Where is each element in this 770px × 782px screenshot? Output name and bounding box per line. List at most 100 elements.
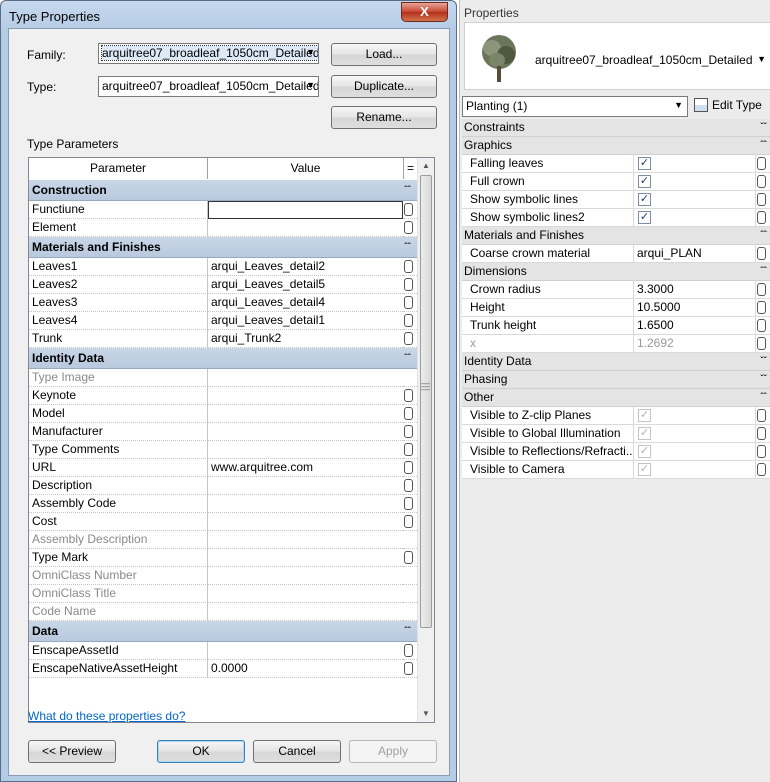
ok-button[interactable]: OK	[157, 740, 245, 763]
palette-property-row[interactable]: Visible to Camera ✓	[462, 461, 770, 479]
scroll-up-icon[interactable]: ▲	[418, 158, 434, 174]
param-value[interactable]: arqui_Trunk2	[208, 330, 403, 348]
expand-icon[interactable]: ˇˇ	[760, 353, 767, 370]
property-value-cell[interactable]: ✓	[634, 173, 756, 190]
collapse-icon[interactable]: ˆˆ	[760, 137, 767, 154]
param-associate-cell[interactable]	[403, 642, 417, 660]
associate-parameter-icon[interactable]	[404, 461, 413, 474]
property-value-cell[interactable]: 1.2692	[634, 335, 756, 352]
param-row[interactable]: Leaves1 arqui_Leaves_detail2	[29, 258, 417, 276]
param-value[interactable]: arqui_Leaves_detail5	[208, 276, 403, 294]
palette-section[interactable]: Phasing ˇˇ	[462, 371, 770, 389]
associate-parameter-icon[interactable]	[757, 283, 766, 296]
property-value-cell[interactable]: 3.3000	[634, 281, 756, 298]
associate-parameter-icon[interactable]	[757, 301, 766, 314]
property-value-cell[interactable]: 1.6500	[634, 317, 756, 334]
property-associate-cell[interactable]	[756, 317, 770, 334]
collapse-icon[interactable]: ˆˆ	[760, 227, 767, 244]
param-group[interactable]: Materials and Finishes ˆˆ	[29, 237, 417, 258]
param-row[interactable]: URL www.arquitree.com	[29, 459, 417, 477]
param-associate-cell[interactable]	[403, 549, 417, 567]
associate-parameter-icon[interactable]	[404, 407, 413, 420]
associate-parameter-icon[interactable]	[404, 278, 413, 291]
property-value-cell[interactable]: ✓	[634, 443, 756, 460]
param-row[interactable]: Description	[29, 477, 417, 495]
param-associate-cell[interactable]	[403, 495, 417, 513]
param-associate-cell[interactable]	[403, 459, 417, 477]
associate-parameter-icon[interactable]	[404, 332, 413, 345]
param-value[interactable]: arqui_Leaves_detail4	[208, 294, 403, 312]
checkbox[interactable]: ✓	[638, 193, 651, 206]
col-header-value[interactable]: Value	[208, 158, 404, 179]
param-associate-cell[interactable]	[403, 312, 417, 330]
associate-parameter-icon[interactable]	[404, 260, 413, 273]
param-associate-cell[interactable]	[403, 387, 417, 405]
param-value[interactable]	[208, 567, 403, 585]
param-associate-cell[interactable]	[403, 423, 417, 441]
param-value[interactable]	[208, 531, 403, 549]
param-row[interactable]: Trunk arqui_Trunk2	[29, 330, 417, 348]
param-value[interactable]	[208, 369, 403, 387]
palette-section[interactable]: Graphics ˆˆ	[462, 137, 770, 155]
close-button[interactable]: X	[401, 2, 448, 22]
property-associate-cell[interactable]	[756, 299, 770, 316]
associate-parameter-icon[interactable]	[757, 157, 766, 170]
collapse-icon[interactable]: ˆˆ	[404, 242, 411, 253]
palette-property-row[interactable]: Trunk height 1.6500	[462, 317, 770, 335]
param-associate-cell[interactable]	[403, 441, 417, 459]
property-associate-cell[interactable]	[756, 425, 770, 442]
param-value[interactable]	[208, 387, 403, 405]
associate-parameter-icon[interactable]	[404, 425, 413, 438]
associate-parameter-icon[interactable]	[404, 515, 413, 528]
param-value[interactable]	[208, 477, 403, 495]
associate-parameter-icon[interactable]	[757, 319, 766, 332]
param-row[interactable]: Assembly Code	[29, 495, 417, 513]
palette-property-row[interactable]: Visible to Global Illumination ✓	[462, 425, 770, 443]
col-header-sort[interactable]: =	[404, 158, 417, 179]
palette-section[interactable]: Identity Data ˇˇ	[462, 353, 770, 371]
param-value[interactable]	[208, 549, 403, 567]
param-associate-cell[interactable]	[403, 405, 417, 423]
edit-type-button[interactable]: Edit Type	[694, 96, 770, 117]
param-associate-cell[interactable]	[403, 660, 417, 678]
palette-property-row[interactable]: Coarse crown material arqui_PLAN	[462, 245, 770, 263]
palette-property-row[interactable]: Height 10.5000	[462, 299, 770, 317]
palette-property-row[interactable]: Visible to Z-clip Planes ✓	[462, 407, 770, 425]
param-associate-cell[interactable]	[403, 276, 417, 294]
associate-parameter-icon[interactable]	[757, 445, 766, 458]
associate-parameter-icon[interactable]	[404, 221, 413, 234]
param-row[interactable]: Assembly Description	[29, 531, 417, 549]
param-row[interactable]: Type Image	[29, 369, 417, 387]
param-value[interactable]: 0.0000	[208, 660, 403, 678]
associate-parameter-icon[interactable]	[404, 443, 413, 456]
param-row[interactable]: Functiune	[29, 201, 417, 219]
checkbox[interactable]: ✓	[638, 157, 651, 170]
associate-parameter-icon[interactable]	[404, 296, 413, 309]
checkbox[interactable]: ✓	[638, 175, 651, 188]
family-combo[interactable]: arquitree07_broadleaf_1050cm_Detailed ▼	[98, 43, 319, 64]
param-value[interactable]: arqui_Leaves_detail2	[208, 258, 403, 276]
param-group[interactable]: Data ˆˆ	[29, 621, 417, 642]
associate-parameter-icon[interactable]	[404, 203, 413, 216]
palette-property-row[interactable]: Crown radius 3.3000	[462, 281, 770, 299]
property-value-cell[interactable]: ✓	[634, 209, 756, 226]
param-value[interactable]	[208, 441, 403, 459]
associate-parameter-icon[interactable]	[757, 211, 766, 224]
duplicate-button[interactable]: Duplicate...	[331, 75, 437, 98]
param-row[interactable]: OmniClass Number	[29, 567, 417, 585]
param-row[interactable]: Manufacturer	[29, 423, 417, 441]
property-associate-cell[interactable]	[756, 155, 770, 172]
scroll-down-icon[interactable]: ▼	[418, 706, 434, 722]
property-associate-cell[interactable]	[756, 461, 770, 478]
col-header-parameter[interactable]: Parameter	[29, 158, 208, 179]
preview-button[interactable]: << Preview	[28, 740, 116, 763]
param-row[interactable]: EnscapeNativeAssetHeight 0.0000	[29, 660, 417, 678]
param-value[interactable]	[208, 603, 403, 621]
property-associate-cell[interactable]	[756, 407, 770, 424]
chevron-down-icon[interactable]: ▼	[757, 54, 766, 64]
instance-filter-combo[interactable]: Planting (1) ▼	[462, 96, 688, 117]
param-row[interactable]: OmniClass Title	[29, 585, 417, 603]
property-associate-cell[interactable]	[756, 191, 770, 208]
expand-icon[interactable]: ˇˇ	[760, 371, 767, 388]
expand-icon[interactable]: ˇˇ	[760, 119, 767, 136]
